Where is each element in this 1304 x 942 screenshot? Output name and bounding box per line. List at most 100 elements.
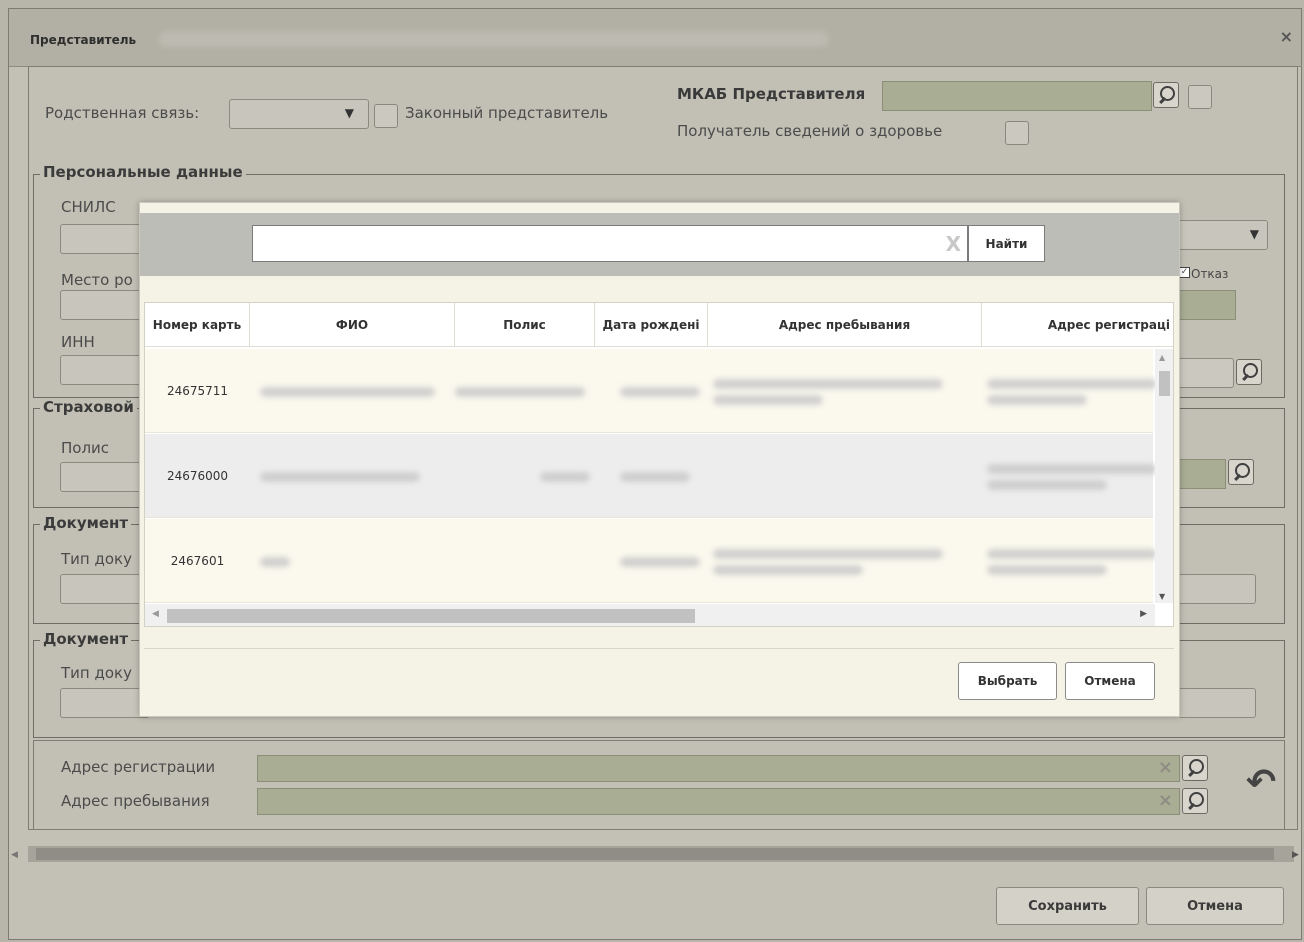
scroll-up-icon[interactable]: ▲	[1159, 353, 1165, 362]
scroll-down-icon[interactable]: ▼	[1159, 592, 1165, 601]
document2-type-label: Тип доку	[61, 664, 132, 682]
redacted-stay-address-line2	[713, 395, 823, 405]
redacted-reg-address-line2	[987, 565, 1107, 575]
redacted-fio	[260, 472, 420, 482]
personal-data-legend: Персональные данные	[40, 163, 246, 181]
insurance-search-icon[interactable]	[1228, 459, 1254, 485]
column-header-fio[interactable]: ФИО	[250, 303, 455, 347]
column-header-stay-address[interactable]: Адрес пребывания	[708, 303, 982, 347]
health-info-label: Получатель сведений о здоровье	[677, 122, 943, 140]
stay-address-label: Адрес пребывания	[61, 792, 210, 810]
document1-legend: Документ	[40, 514, 132, 532]
grid-horizontal-scrollbar[interactable]: ◀ ▶	[145, 604, 1155, 626]
column-header-number[interactable]: Номер карть	[145, 303, 250, 347]
redacted-birthdate	[620, 387, 700, 397]
document1-type-label: Тип доку	[61, 550, 132, 568]
reg-address-search-icon[interactable]	[1182, 755, 1208, 781]
mkab-search-icon[interactable]	[1153, 82, 1179, 108]
health-info-checkbox[interactable]	[1005, 121, 1029, 145]
row-number: 2467601	[170, 554, 225, 568]
row-number: 24675711	[166, 384, 229, 398]
redacted-reg-address	[987, 464, 1157, 474]
search-input[interactable]	[253, 226, 967, 261]
redacted-fio	[260, 387, 435, 397]
redacted-stay-address	[713, 549, 943, 559]
document1-type-field[interactable]	[60, 574, 150, 604]
redacted-policy	[455, 387, 585, 397]
chevron-down-icon: ▼	[344, 106, 354, 120]
outer-horizontal-scrollbar[interactable]	[28, 846, 1294, 862]
redacted-reg-address	[987, 549, 1157, 559]
search-dialog: X Найти Номер карть ФИО Полис Дата рожде…	[139, 202, 1180, 717]
redacted-policy	[540, 472, 590, 482]
inn-label: ИНН	[61, 333, 95, 351]
cancel-button[interactable]: Отмена	[1146, 887, 1284, 925]
refusal-label: Отказ	[1191, 267, 1229, 281]
results-grid: Номер карть ФИО Полис Дата рождені Адрес…	[144, 302, 1174, 627]
outer-scroll-thumb[interactable]	[36, 848, 1274, 860]
refusal-checkbox[interactable]: ✓	[1179, 267, 1190, 278]
personal-search-icon[interactable]	[1236, 359, 1262, 385]
scroll-right-icon[interactable]: ▶	[1292, 850, 1299, 860]
mkab-label: МКАБ Представителя	[677, 85, 866, 103]
reg-address-field[interactable]: ×	[257, 755, 1180, 782]
column-header-birthdate[interactable]: Дата рождені	[595, 303, 708, 347]
redacted-stay-address	[713, 379, 943, 389]
snils-field[interactable]	[60, 224, 150, 254]
save-button[interactable]: Сохранить	[996, 887, 1139, 925]
row-number: 24676000	[166, 469, 229, 483]
clear-icon[interactable]: ×	[1158, 757, 1173, 778]
personal-green-field[interactable]	[1178, 290, 1236, 320]
grid-vertical-scrollbar[interactable]: ▲ ▼	[1155, 349, 1173, 603]
redacted-reg-address-line2	[987, 395, 1087, 405]
dialog-cancel-button[interactable]: Отмена	[1065, 662, 1155, 700]
relation-label: Родственная связь:	[45, 104, 200, 122]
stay-address-field[interactable]: ×	[257, 788, 1180, 815]
undo-icon[interactable]: ↶	[1246, 762, 1276, 803]
legal-representative-checkbox[interactable]	[374, 104, 398, 128]
horizontal-scroll-thumb[interactable]	[167, 609, 695, 623]
personal-select[interactable]: ▼	[1178, 220, 1268, 250]
chevron-down-icon: ▼	[1249, 227, 1259, 241]
redacted-birthdate	[620, 557, 700, 567]
birthplace-field[interactable]	[60, 290, 150, 320]
clear-search-icon[interactable]: X	[946, 232, 961, 256]
address-group	[33, 740, 1285, 830]
stay-address-search-icon[interactable]	[1182, 788, 1208, 814]
birthplace-label: Место ро	[61, 271, 133, 289]
mkab-checkbox[interactable]	[1188, 85, 1212, 109]
reg-address-label: Адрес регистрации	[61, 758, 216, 776]
insurance-green-field[interactable]	[1178, 459, 1226, 489]
personal-lookup-field[interactable]	[1178, 358, 1234, 388]
snils-label: СНИЛС	[61, 198, 116, 216]
document2-extra-field[interactable]	[1178, 688, 1256, 718]
document1-extra-field[interactable]	[1178, 574, 1256, 604]
window-title-redacted	[159, 31, 829, 47]
vertical-scroll-thumb[interactable]	[1159, 371, 1170, 396]
window-titlebar: Представитель ×	[9, 9, 1301, 67]
policy-field[interactable]	[60, 462, 150, 492]
table-row[interactable]: 24676000	[145, 434, 1157, 518]
policy-label: Полис	[61, 439, 110, 457]
column-header-reg-address[interactable]: Адрес регистраці	[982, 303, 1173, 347]
close-icon[interactable]: ×	[1280, 27, 1293, 46]
clear-icon[interactable]: ×	[1158, 790, 1173, 811]
document2-legend: Документ	[40, 630, 132, 648]
redacted-fio	[260, 557, 290, 567]
search-input-wrapper[interactable]: X	[252, 225, 968, 262]
column-header-policy[interactable]: Полис	[455, 303, 595, 347]
table-row[interactable]: 24675711	[145, 349, 1157, 433]
redacted-reg-address-line2	[987, 480, 1107, 490]
scroll-left-icon[interactable]: ◀	[152, 609, 159, 619]
table-row[interactable]: 2467601	[145, 519, 1157, 603]
mkab-field[interactable]	[882, 81, 1152, 111]
inn-field[interactable]	[60, 355, 150, 385]
scroll-right-icon[interactable]: ▶	[1140, 609, 1147, 619]
insurance-legend: Страховой	[40, 398, 137, 416]
find-button[interactable]: Найти	[968, 225, 1045, 262]
scroll-left-icon[interactable]: ◀	[11, 850, 18, 860]
relation-select[interactable]: ▼	[229, 99, 369, 129]
document2-type-field[interactable]	[60, 688, 150, 718]
select-button[interactable]: Выбрать	[958, 662, 1057, 700]
search-bar: X Найти	[140, 213, 1179, 276]
